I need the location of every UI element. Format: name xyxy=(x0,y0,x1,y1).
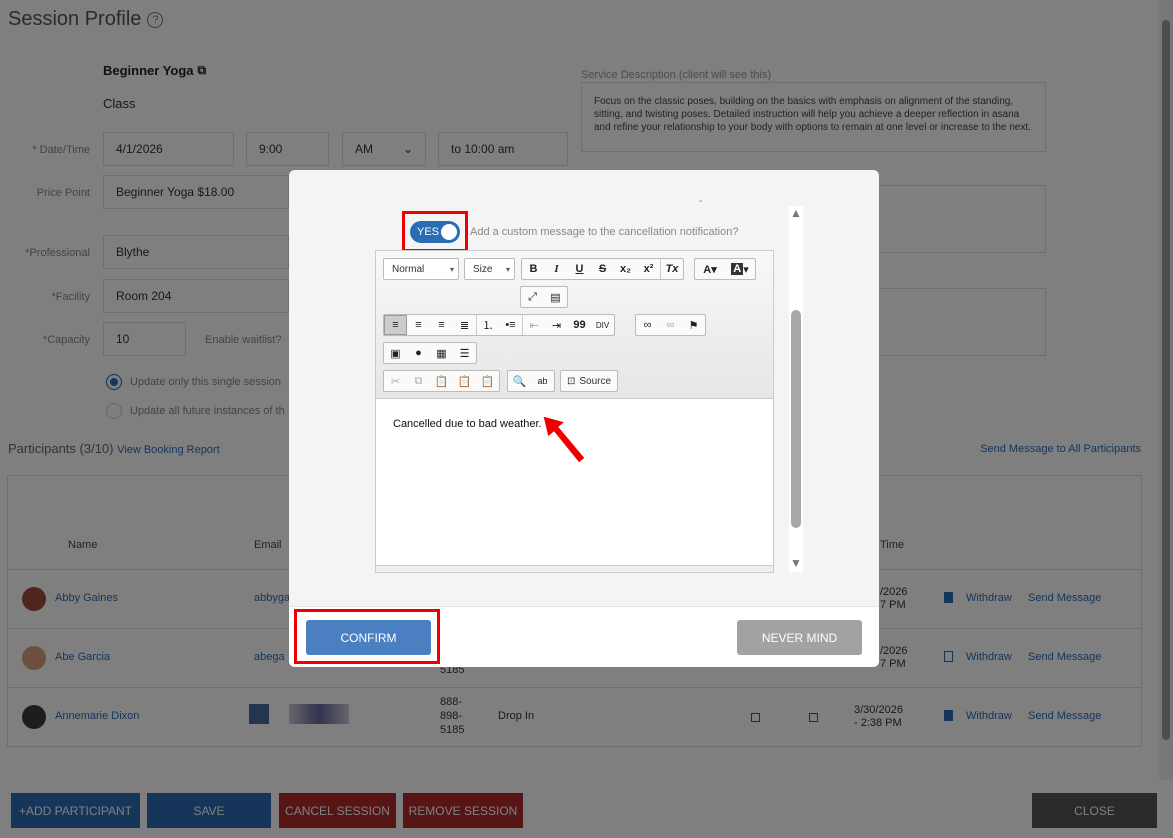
copy-icon[interactable]: ⧉ xyxy=(407,371,430,391)
custom-message-toggle[interactable]: YES xyxy=(410,221,460,243)
format-combo[interactable]: Normal xyxy=(383,258,459,280)
size-combo[interactable]: Size xyxy=(464,258,515,280)
scroll-down-icon[interactable]: ▼ xyxy=(790,556,802,570)
flash-icon[interactable]: ● xyxy=(407,343,430,363)
paste-text-icon[interactable]: 📋 xyxy=(453,371,476,391)
anchor-flag-icon[interactable]: ⚑ xyxy=(682,315,705,335)
text-style-group: B I U S x₂ x² Tx xyxy=(521,258,684,280)
source-icon: ⊡ xyxy=(567,375,576,387)
toggle-knob xyxy=(441,224,457,240)
show-blocks-icon[interactable]: ▤ xyxy=(544,287,567,307)
link-icon[interactable]: ∞ xyxy=(636,315,659,335)
align-center-icon[interactable]: ≡ xyxy=(407,315,430,335)
clipboard-group: ✂ ⧉ 📋 📋 📋 xyxy=(383,370,500,392)
modal-scrollbar[interactable]: ▲ ▼ xyxy=(789,206,803,572)
bullet-list-icon[interactable]: •≡ xyxy=(499,315,522,335)
indent-icon[interactable]: ⇥ xyxy=(545,315,568,335)
unlink-icon[interactable]: ∞ xyxy=(659,315,682,335)
text-color-icon[interactable]: A▾ xyxy=(695,259,725,279)
modal-dash: - xyxy=(699,196,703,207)
find-icon[interactable]: 🔍 xyxy=(508,371,531,391)
editor-content[interactable]: Cancelled due to bad weather. xyxy=(393,418,542,430)
outdent-icon[interactable]: ⇤ xyxy=(522,315,545,335)
custom-message-prompt: Add a custom message to the cancellation… xyxy=(470,226,739,238)
color-group: A▾ A ▾ xyxy=(694,258,756,280)
editor-toolbar: Normal Size B I U S x₂ x² Tx A▾ A▾ ⤢ xyxy=(376,251,773,399)
insert-group: ▣ ● ▦ ☰ xyxy=(383,342,477,364)
link-group: ∞ ∞ ⚑ xyxy=(635,314,706,336)
blockquote-icon[interactable]: 99 xyxy=(568,315,591,335)
align-right-icon[interactable]: ≡ xyxy=(430,315,453,335)
align-group: ≡ ≡ ≡ ≣ ⒈ •≡ ⇤ ⇥ 99 DIV xyxy=(383,314,615,336)
replace-icon[interactable]: ab xyxy=(531,371,554,391)
maximize-icon[interactable]: ⤢ xyxy=(521,287,544,307)
source-group[interactable]: ⊡ Source xyxy=(560,370,619,392)
strikethrough-icon[interactable]: S xyxy=(591,259,614,279)
div-container-icon[interactable]: DIV xyxy=(591,315,614,335)
background-color-icon[interactable]: A ▾ xyxy=(725,259,755,279)
superscript-icon[interactable]: x² xyxy=(637,259,660,279)
confirm-button[interactable]: CONFIRM xyxy=(306,620,431,655)
horizontal-line-icon[interactable]: ☰ xyxy=(453,343,476,363)
modal-body: - YES Add a custom message to the cancel… xyxy=(289,170,879,606)
table-icon[interactable]: ▦ xyxy=(430,343,453,363)
subscript-icon[interactable]: x₂ xyxy=(614,259,637,279)
remove-format-icon[interactable]: Tx xyxy=(660,259,683,279)
paste-word-icon[interactable]: 📋 xyxy=(476,371,499,391)
rich-text-editor: Normal Size B I U S x₂ x² Tx A▾ A▾ ⤢ xyxy=(375,250,774,573)
underline-icon[interactable]: U xyxy=(568,259,591,279)
cancel-session-modal: - YES Add a custom message to the cancel… xyxy=(289,170,879,667)
find-group: 🔍 ab xyxy=(507,370,555,392)
bold-icon[interactable]: B xyxy=(522,259,545,279)
align-left-icon[interactable]: ≡ xyxy=(384,315,407,335)
image-icon[interactable]: ▣ xyxy=(384,343,407,363)
never-mind-button[interactable]: NEVER MIND xyxy=(737,620,862,655)
paste-icon[interactable]: 📋 xyxy=(430,371,453,391)
cut-icon[interactable]: ✂ xyxy=(384,371,407,391)
modal-scrollbar-thumb[interactable] xyxy=(791,310,801,528)
numbered-list-icon[interactable]: ⒈ xyxy=(476,315,499,335)
italic-icon[interactable]: I xyxy=(545,259,568,279)
editor-statusbar xyxy=(376,565,773,572)
view-group: ⤢ ▤ xyxy=(520,286,568,308)
annotation-arrow-icon xyxy=(542,415,586,464)
align-justify-icon[interactable]: ≣ xyxy=(453,315,476,335)
scroll-up-icon[interactable]: ▲ xyxy=(790,206,802,220)
